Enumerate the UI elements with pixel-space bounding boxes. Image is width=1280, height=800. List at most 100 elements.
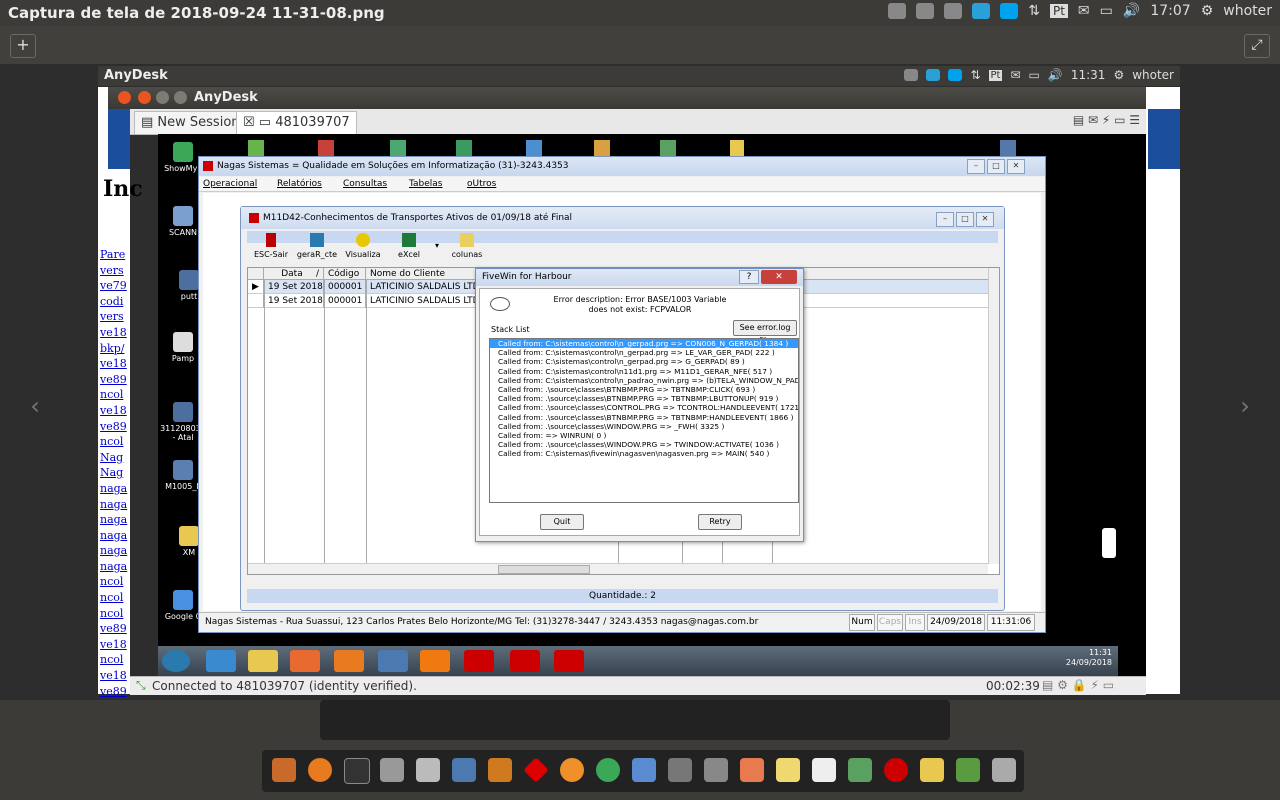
skype-icon[interactable] bbox=[1000, 3, 1019, 19]
desktop-icon[interactable] bbox=[660, 140, 676, 156]
network-icon[interactable] bbox=[904, 69, 919, 81]
desktop-icon[interactable] bbox=[730, 140, 744, 156]
column-header-codigo[interactable]: Código bbox=[324, 268, 366, 280]
column-header-data[interactable]: Data / bbox=[264, 268, 324, 280]
anydesk-icon[interactable] bbox=[510, 650, 540, 672]
scrollbar-thumb[interactable] bbox=[498, 565, 590, 574]
vertical-scrollbar[interactable] bbox=[988, 268, 999, 564]
firefox-icon[interactable] bbox=[308, 758, 332, 782]
maximize-icon[interactable] bbox=[174, 91, 187, 104]
anydesk-toolbar-icons[interactable]: ▤ ✉ ⚡ ▭ ☰ bbox=[1073, 113, 1140, 127]
table-cell[interactable]: 19 Set 2018 bbox=[264, 280, 324, 294]
browser-link[interactable]: ncol bbox=[100, 388, 160, 404]
cloud-check-icon[interactable] bbox=[972, 3, 991, 19]
browser-link[interactable]: ve18 bbox=[100, 326, 160, 342]
display-icon[interactable] bbox=[632, 758, 656, 782]
battery-icon[interactable]: ▭ bbox=[1100, 3, 1113, 19]
browser-link[interactable]: ncol bbox=[100, 653, 160, 669]
document-icon[interactable] bbox=[812, 758, 836, 782]
help-button[interactable]: ? bbox=[739, 270, 759, 284]
trash-icon[interactable] bbox=[992, 758, 1016, 782]
browser-link[interactable]: ve79 bbox=[100, 279, 160, 295]
volume-icon[interactable]: 🔊 bbox=[1123, 3, 1140, 19]
office-icon[interactable] bbox=[420, 650, 450, 672]
list-item[interactable]: Called from: => WINRUN( 0 ) bbox=[490, 431, 798, 440]
remote-date[interactable]: 24/09/2018 bbox=[1066, 658, 1112, 668]
transfer-icon[interactable]: ⇅ bbox=[1028, 3, 1040, 19]
chrome-icon[interactable] bbox=[596, 758, 620, 782]
browser-link[interactable]: ncol bbox=[100, 575, 160, 591]
desktop-icon[interactable] bbox=[526, 140, 542, 156]
menu-operacional[interactable]: Operacional bbox=[203, 179, 257, 189]
gear-icon[interactable]: ⚙ bbox=[1201, 3, 1214, 19]
browser-link[interactable]: ve89 bbox=[100, 622, 160, 638]
user-name[interactable]: whoter bbox=[1223, 3, 1272, 19]
minimize-icon[interactable]: – bbox=[967, 159, 985, 174]
browser-link[interactable]: ncol bbox=[100, 607, 160, 623]
list-item[interactable]: Called from: C:\sistemas\control\n_gerpa… bbox=[490, 357, 798, 366]
anydesk-icon[interactable] bbox=[464, 650, 494, 672]
stack-list[interactable]: Called from: C:\sistemas\control\n_gerpa… bbox=[489, 338, 799, 503]
skype-side-icon[interactable] bbox=[1102, 528, 1116, 558]
skype-icon[interactable] bbox=[948, 69, 963, 81]
network-icon[interactable] bbox=[888, 3, 907, 19]
browser-link[interactable]: vers bbox=[100, 310, 160, 326]
previous-image-icon[interactable]: ‹ bbox=[20, 386, 50, 426]
browser-link[interactable]: ve18 bbox=[100, 404, 160, 420]
gerar-cte-button[interactable]: geraR_cte bbox=[295, 231, 339, 259]
close-icon[interactable]: ✕ bbox=[976, 212, 994, 227]
sync-app-icon[interactable] bbox=[560, 758, 584, 782]
menu-tabelas[interactable]: Tabelas bbox=[409, 179, 442, 189]
browser-link[interactable]: Nag bbox=[100, 451, 160, 467]
calculator-icon[interactable] bbox=[668, 758, 692, 782]
desktop-icon[interactable] bbox=[248, 140, 264, 156]
remote-clock[interactable]: 11:31 bbox=[1066, 648, 1112, 658]
app-icon[interactable] bbox=[884, 758, 908, 782]
anydesk-icon[interactable] bbox=[523, 757, 549, 783]
network-icon[interactable] bbox=[944, 3, 963, 19]
visualiza-button[interactable]: Visualiza bbox=[341, 231, 385, 259]
list-item[interactable]: Called from: C:\sistemas\control\n_padra… bbox=[490, 376, 798, 385]
list-item[interactable]: Called from: .\source\classes\WINDOW.PRG… bbox=[490, 440, 798, 449]
battery-icon[interactable]: ▭ bbox=[1029, 68, 1040, 82]
keyboard-layout[interactable]: Pt bbox=[1049, 4, 1068, 18]
status-icons[interactable]: ▤ ⚙ 🔒 ⚡ ▭ bbox=[1042, 678, 1114, 692]
retry-button[interactable]: Retry bbox=[698, 514, 742, 530]
clock[interactable]: 11:31 bbox=[1071, 68, 1106, 82]
desktop-icon[interactable] bbox=[456, 140, 472, 156]
dropdown-arrow-icon[interactable]: ▾ bbox=[435, 241, 439, 250]
terminal-icon[interactable] bbox=[344, 758, 370, 784]
mail-icon[interactable]: ✉ bbox=[1078, 3, 1090, 19]
list-item[interactable]: Called from: C:\sistemas\control\n_gerpa… bbox=[490, 339, 798, 349]
table-cell[interactable]: 19 Set 2018 bbox=[264, 294, 324, 308]
browser-link[interactable]: naga bbox=[100, 498, 160, 514]
table-cell[interactable]: 000001 bbox=[324, 294, 366, 308]
desktop-icon[interactable] bbox=[390, 140, 406, 156]
desktop-icon[interactable] bbox=[594, 140, 610, 156]
list-item[interactable]: Called from: .\source\classes\BTNBMP.PRG… bbox=[490, 394, 798, 403]
camera-icon[interactable] bbox=[704, 758, 728, 782]
notes-icon[interactable] bbox=[776, 758, 800, 782]
volume-icon[interactable]: 🔊 bbox=[1048, 68, 1063, 82]
browser-link[interactable]: naga bbox=[100, 560, 160, 576]
keyboard-layout[interactable]: Pt bbox=[988, 69, 1003, 81]
ie-icon[interactable] bbox=[206, 650, 236, 672]
transfer-icon[interactable]: ⇅ bbox=[970, 68, 980, 82]
menu-relatorios[interactable]: Relatórios bbox=[277, 179, 322, 189]
menu-consultas[interactable]: Consultas bbox=[343, 179, 387, 189]
close-button[interactable]: ✕ bbox=[761, 270, 797, 284]
close-icon[interactable]: ✕ bbox=[1007, 159, 1025, 174]
browser-link[interactable]: bkp/ bbox=[100, 342, 160, 358]
browser-link[interactable]: ve89 bbox=[100, 420, 160, 436]
list-item[interactable]: Called from: C:\sistemas\control\n11d1.p… bbox=[490, 367, 798, 376]
browser-link[interactable]: Nag bbox=[100, 466, 160, 482]
browser-link[interactable]: naga bbox=[100, 529, 160, 545]
desktop-icon[interactable] bbox=[1000, 140, 1016, 156]
minimize-icon[interactable]: – bbox=[936, 212, 954, 227]
colunas-button[interactable]: colunas bbox=[445, 231, 489, 259]
cloud-check-icon[interactable] bbox=[926, 69, 941, 81]
add-button[interactable]: + bbox=[10, 34, 36, 58]
user-name[interactable]: whoter bbox=[1132, 68, 1174, 82]
browser-link[interactable]: naga bbox=[100, 544, 160, 560]
browser-link[interactable]: ve89 bbox=[100, 373, 160, 389]
